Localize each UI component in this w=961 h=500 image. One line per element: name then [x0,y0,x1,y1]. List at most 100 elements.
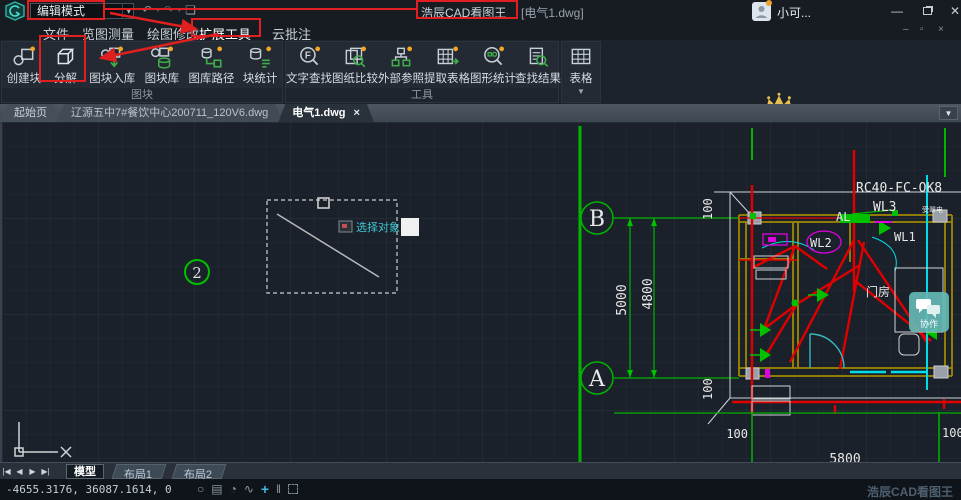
mode-select[interactable]: 编辑模式 ▾ [30,3,134,19]
layout-tab-bar: |◀ ◀ ▶ ▶| 模型 布局1 布局2 [0,462,961,479]
block-to-library-button[interactable]: 图块入库 [85,42,139,89]
library-path-button[interactable]: 图库路径 [185,42,239,89]
ribbon: 创建块 分解 图块入库 [0,40,961,104]
block-stats-icon [247,44,273,70]
text-find-icon: F [296,44,322,70]
svg-text:协作: 协作 [920,318,938,329]
drawing-compare-button[interactable]: 图纸比较 [332,42,378,89]
label-tiny-note: 受翠电 [922,205,943,214]
pickbox-cursor [401,218,419,236]
undo-icon[interactable]: ↶ [142,3,152,17]
svg-text:F: F [305,51,311,62]
ribbon-group-tools: F 文字查找 图纸比较 [285,41,559,103]
block-stats-button[interactable]: 块统计 [238,42,282,89]
shape-stats-button[interactable]: 图形统计 [470,42,516,89]
label-al: AL [836,210,850,224]
block-library-button[interactable]: 图块库 [139,42,185,89]
tab-overflow-dropdown[interactable]: ▼ [939,106,958,120]
selection-box-icon[interactable] [288,484,298,494]
next-layout-button[interactable]: ▶ [26,467,39,476]
move-crosshair-icon[interactable]: + [261,481,269,497]
bottom-dimensions: 100 100 5800 [614,412,961,462]
find-results-icon [525,44,551,70]
external-reference-icon [388,44,414,70]
dim-5000: 5000 [615,284,630,315]
svg-text:2: 2 [192,264,202,282]
app-logo-icon [3,1,28,21]
undo-history-caret-icon[interactable]: ▾ [156,6,160,14]
doc-minimize-button[interactable]: – [903,24,909,35]
close-tab-icon[interactable]: × [353,107,359,119]
notification-badge [766,0,772,6]
library-path-icon [198,44,224,70]
external-reference-button[interactable]: 外部参照 [378,42,424,89]
doc-tab-liaoyuan[interactable]: 辽源五中7#餐饮中心200711_120V6.dwg [57,104,282,122]
ribbon-group-label-tools: 工具 [286,88,558,102]
label-wl2: WL2 [810,236,832,250]
document-tab-bar: 起始页 辽源五中7#餐饮中心200711_120V6.dwg 电气1.dwg× … [0,104,961,122]
dim-100-wall-bottom: 100 [701,378,715,400]
title-bar: 编辑模式 ▾ ↶ ▾ ↷ ▾ ❏ 浩辰CAD看图王 [电气1.dwg] 小可..… [0,0,961,22]
explode-button[interactable]: 分解 [46,42,86,89]
prev-layout-button[interactable]: ◀ [13,467,26,476]
ribbon-group-label-blocks: 图块 [2,88,282,102]
label-wl1: WL1 [894,230,916,244]
osnap-icon[interactable]: ○ [197,482,204,496]
dim-100-right: 100 [942,426,961,440]
svg-text:A: A [588,367,606,392]
layout-tab-1[interactable]: 布局1 [112,464,167,479]
drawing-canvas[interactable]: B A 2 [0,122,961,462]
status-toggles: ○ ▤ ◔ ∿ + ǁ [197,481,298,497]
ucs-icon [15,422,71,457]
time-icon[interactable]: ◔ [230,482,237,496]
chevron-down-icon[interactable]: ▾ [122,4,131,18]
layout-tab-2[interactable]: 布局2 [172,464,227,479]
create-block-icon [11,44,37,70]
doc-tab-start-page[interactable]: 起始页 [0,104,61,122]
grid-bubble-2: 2 [185,260,209,284]
first-layout-button[interactable]: |◀ [0,467,13,476]
doc-restore-button[interactable]: ▫ [920,24,924,35]
app-title: 浩辰CAD看图王 [421,4,506,21]
chevron-down-icon: ▼ [577,87,585,96]
restore-icon [923,7,932,15]
minimize-button[interactable]: — [882,0,912,22]
maximize-button[interactable] [912,0,942,22]
polyline-icon[interactable]: ∿ [244,482,254,496]
username[interactable]: 小可... [777,4,811,21]
mode-select-value: 编辑模式 [37,4,85,18]
cursor-coordinates: -4655.3176, 36087.1614, 0 [6,483,172,496]
doc-close-button[interactable]: × [938,24,944,35]
dim-100-wall-top: 100 [701,198,715,220]
doc-tab-dianqi1[interactable]: 电气1.dwg× [278,104,374,122]
shape-stats-icon [480,44,506,70]
collaborate-button[interactable]: 协作 [909,292,949,332]
measure-icon[interactable]: ǁ [276,482,281,496]
drawing-compare-icon [342,44,368,70]
create-block-button[interactable]: 创建块 [2,42,46,89]
label-wl3: WL3 [873,200,896,215]
extract-table-button[interactable]: 提取表格 [424,42,470,89]
redo-icon[interactable]: ↷ [164,3,174,17]
datum-bubble-b: B [581,202,739,234]
text-find-button[interactable]: F 文字查找 [286,42,332,89]
cyan-wires [762,175,927,390]
quick-access-toolbar: ↶ ▾ ↷ ▾ ❏ [142,3,196,17]
dim-4800: 4800 [641,278,656,309]
selection-window [267,198,397,293]
block-library-icon [149,44,175,70]
dim-5800: 5800 [829,452,860,462]
redo-history-caret-icon[interactable]: ▾ [178,6,182,14]
cad-drawing: B A 2 [2,122,961,462]
table-icon [568,44,594,70]
datum-bubble-a: A [581,362,739,394]
print-icon[interactable]: ❏ [185,3,196,17]
close-button[interactable]: ✕ [940,0,961,22]
last-layout-button[interactable]: ▶| [39,467,52,476]
layout-tab-model[interactable]: 模型 [66,464,104,479]
grid-line-stubs [752,128,945,177]
explode-icon [53,44,79,70]
find-results-button[interactable]: 查找结果 [516,42,560,89]
table-dropdown-button[interactable]: 表格 ▼ [561,41,601,103]
grid-icon[interactable]: ▤ [211,482,222,496]
